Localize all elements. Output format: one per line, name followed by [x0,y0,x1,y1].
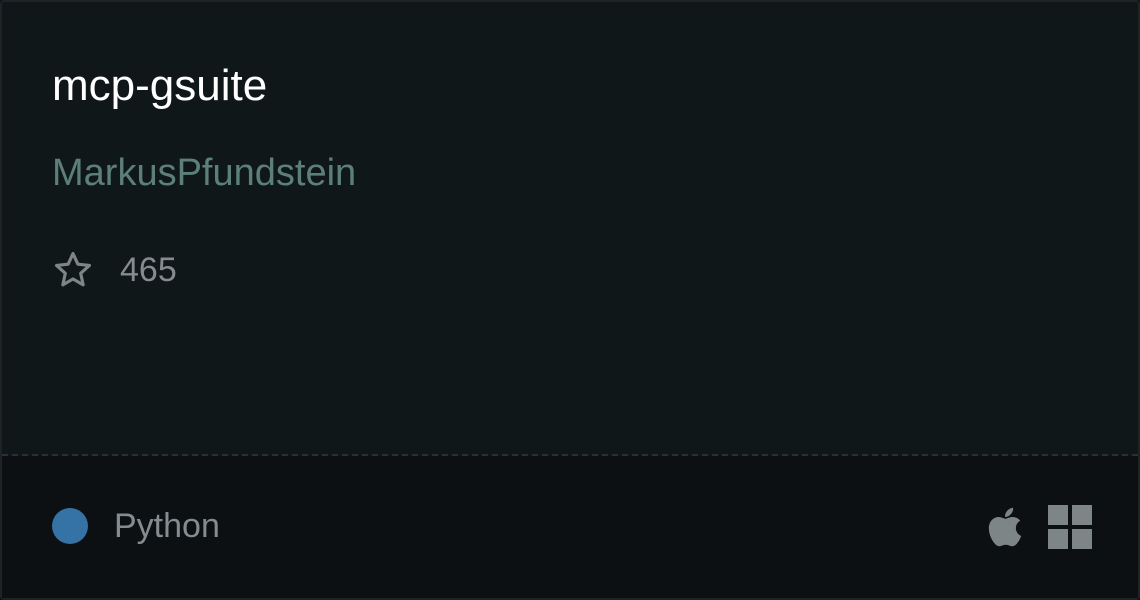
language-color-dot [52,508,88,544]
card-body: mcp-gsuite MarkusPfundstein 465 [2,2,1138,454]
star-count: 465 [120,251,177,289]
language: Python [52,504,220,548]
card-footer: Python [2,456,1138,598]
repo-title[interactable]: mcp-gsuite [52,60,267,112]
repo-card[interactable]: mcp-gsuite MarkusPfundstein 465 Python [0,0,1140,600]
star-icon [54,251,92,287]
repo-owner-link[interactable]: MarkusPfundstein [52,150,356,196]
language-name: Python [114,507,220,545]
platform-icons [986,504,1092,550]
windows-icon [1048,505,1092,549]
star-count-group: 465 [52,248,177,292]
apple-icon [988,507,1022,547]
